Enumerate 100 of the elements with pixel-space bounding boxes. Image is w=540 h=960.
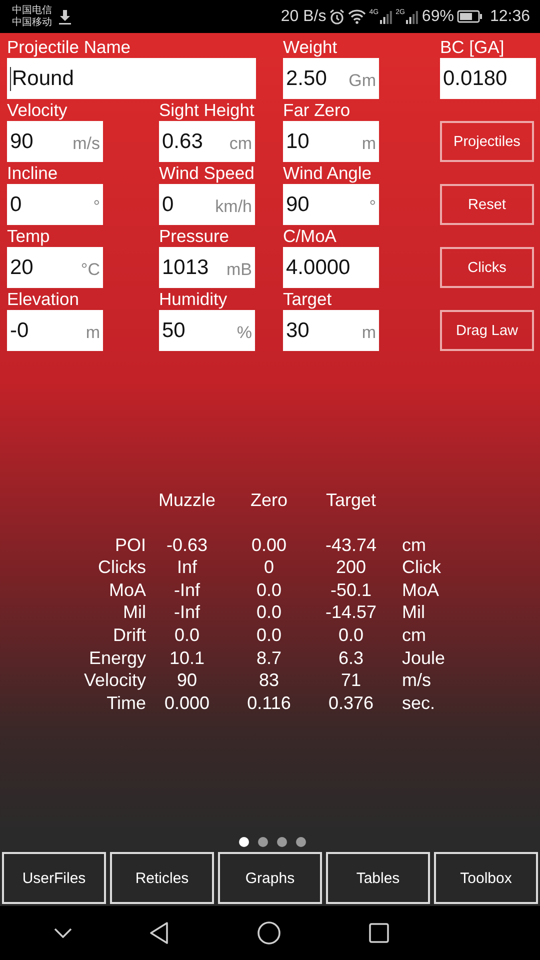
row-label: POI: [114, 534, 146, 556]
table-cell-text: -14.57: [324, 601, 378, 624]
nav-button[interactable]: Toolbox: [434, 852, 538, 904]
table-cell-text: 0.116: [246, 692, 292, 714]
table-cell-text: Inf: [176, 556, 198, 579]
unit-label: cm: [401, 624, 427, 647]
nav-button[interactable]: Reticles: [110, 852, 214, 904]
input-field[interactable]: 0.63 cm: [159, 121, 255, 162]
row-label: Drift: [112, 624, 146, 647]
page-dot[interactable]: [238, 837, 248, 847]
row-label: Clicks: [97, 556, 146, 579]
input-field[interactable]: 30 m: [283, 310, 379, 351]
table-cell-text: 10.1: [168, 646, 206, 670]
table-cell-text: 0.0: [255, 578, 283, 602]
table-cell-text: 8.7: [255, 646, 283, 670]
table-cell-text: 83: [258, 669, 280, 692]
wifi-icon: [348, 9, 366, 24]
table-cell-text: 6.3: [337, 646, 365, 670]
input-field[interactable]: 4.0000: [283, 247, 379, 288]
input-field[interactable]: 90 m/s: [7, 121, 103, 162]
column-header: Muzzle: [157, 489, 216, 512]
side-button[interactable]: Reset: [440, 184, 534, 225]
side-button[interactable]: Clicks: [440, 247, 534, 288]
field-label: Projectile Name: [7, 36, 132, 58]
page-dot[interactable]: [296, 837, 306, 847]
field-label: Incline: [7, 162, 59, 184]
unit-label: Click: [401, 556, 442, 579]
table-cell-text: 0: [262, 556, 275, 579]
column-header: Zero: [249, 489, 288, 512]
side-button[interactable]: Projectiles: [440, 121, 534, 162]
input-field[interactable]: 0 km/h: [159, 184, 255, 225]
table-cell-text: -Inf: [172, 578, 201, 602]
field-label: Wind Speed: [159, 162, 256, 184]
row-label: Mil: [122, 601, 146, 624]
nav-button[interactable]: Tables: [326, 852, 430, 904]
nav-button[interactable]: Graphs: [218, 852, 322, 904]
carrier-name: 中国电信: [12, 4, 52, 16]
recents-icon[interactable]: [369, 923, 389, 943]
field-label: Wind Angle: [283, 162, 373, 184]
unit-label: MoA: [401, 578, 440, 602]
chevron-down-icon[interactable]: [54, 928, 72, 938]
table-cell-text: 0.0: [173, 624, 201, 647]
table-cell-text: 0.0: [255, 601, 283, 624]
input-field[interactable]: 50 %: [159, 310, 255, 351]
back-icon[interactable]: [149, 921, 169, 945]
field-label: Temp: [7, 225, 51, 247]
field-label: BC [GA]: [440, 36, 506, 58]
row-label: MoA: [108, 578, 146, 602]
table-cell-text: 0.00: [250, 534, 288, 556]
field-label: Pressure: [159, 225, 230, 247]
network-speed: 20 B/s: [280, 8, 326, 26]
clock-time: 12:36: [490, 8, 530, 26]
input-field[interactable]: 90 °: [283, 184, 379, 225]
table-cell-text: 0.0: [337, 624, 365, 647]
input-field[interactable]: 20 °C: [7, 247, 103, 288]
input-field[interactable]: 10 m: [283, 121, 379, 162]
table-cell-text: 90: [176, 669, 198, 692]
field-label: Humidity: [159, 288, 228, 310]
input-field[interactable]: 2.50 Gm: [283, 58, 379, 99]
signal-icon: [404, 9, 419, 24]
field-label: Sight Height: [159, 99, 256, 121]
battery-percent: 69%: [422, 8, 454, 26]
unit-label: m/s: [401, 669, 432, 692]
row-label: Time: [106, 692, 146, 714]
download-icon: [58, 8, 72, 24]
field-label: Elevation: [7, 288, 80, 310]
input-field[interactable]: Round: [7, 58, 256, 99]
field-label: Velocity: [7, 99, 68, 121]
table-cell-text: -43.74: [324, 534, 378, 556]
side-button[interactable]: Drag Law: [440, 310, 534, 351]
table-cell-text: -Inf: [172, 601, 201, 624]
row-label: Velocity: [82, 669, 146, 692]
input-field[interactable]: 0.0180: [440, 58, 536, 99]
home-icon[interactable]: [257, 921, 281, 945]
nav-button[interactable]: UserFiles: [2, 852, 106, 904]
unit-label: cm: [401, 534, 427, 556]
table-cell-text: 200: [334, 556, 368, 579]
battery-icon: [456, 10, 483, 23]
input-field[interactable]: 1013 mB: [159, 247, 255, 288]
field-label: Target: [283, 288, 333, 310]
field-label: Far Zero: [283, 99, 352, 121]
table-cell-text: 0.376: [327, 692, 375, 714]
table-cell-text: 0.000: [163, 692, 211, 714]
field-label: Weight: [283, 36, 338, 58]
row-label: Energy: [88, 646, 146, 670]
page-dot[interactable]: [258, 837, 268, 847]
carrier-name: 中国移动: [12, 16, 52, 28]
input-field[interactable]: -0 m: [7, 310, 103, 351]
table-cell-text: 0.0: [255, 624, 283, 647]
field-label: C/MoA: [283, 225, 338, 247]
unit-label: Mil: [401, 601, 426, 624]
table-cell-text: -50.1: [329, 578, 373, 602]
alarm-clock-icon: [329, 8, 346, 24]
page-dot[interactable]: [276, 837, 286, 847]
table-cell-text: 71: [340, 669, 362, 692]
table-cell-text: -0.63: [165, 534, 209, 556]
input-field[interactable]: 0 °: [7, 184, 103, 225]
signal-icon: [378, 9, 393, 24]
unit-label: Joule: [401, 646, 446, 670]
unit-label: sec.: [401, 692, 436, 714]
